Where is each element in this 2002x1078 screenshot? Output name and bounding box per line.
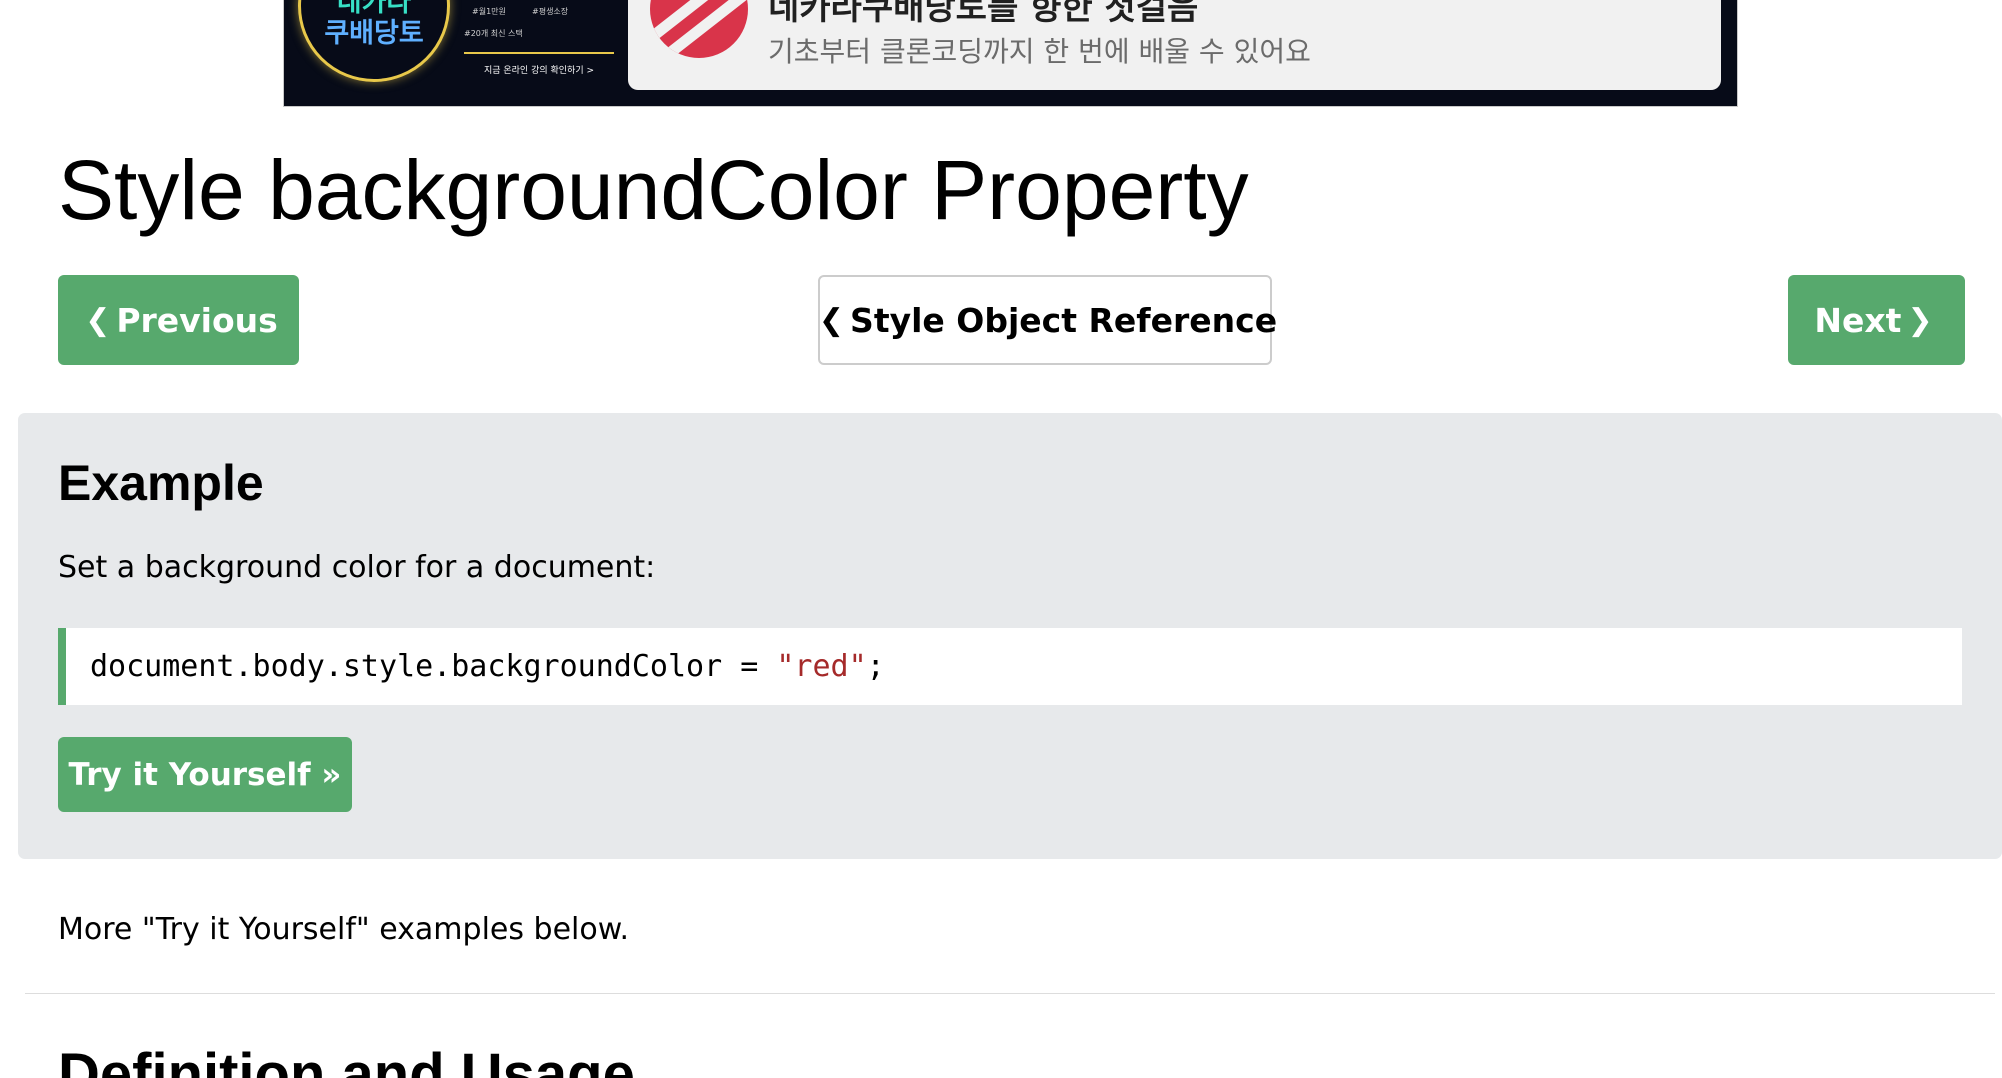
ad-headline: 네카라쿠배당토를 향한 첫걸음	[768, 0, 1199, 28]
ad-divider	[464, 52, 614, 54]
ad-small-cta[interactable]: 지금 온라인 강의 확인하기 >	[464, 63, 614, 76]
divider	[25, 993, 1995, 994]
example-description: Set a background color for a document:	[58, 550, 656, 585]
example-heading: Example	[58, 455, 264, 511]
code-string: "red"	[776, 649, 867, 684]
ad-tag: #월1만원	[472, 7, 506, 16]
ad-badge-line1: 네카라	[336, 0, 412, 18]
chevron-left-icon: ❮	[818, 302, 845, 338]
ad-tag: #평생소장	[532, 7, 569, 16]
ad-subline: 기초부터 클론코딩까지 한 번에 배울 수 있어요	[768, 35, 1311, 68]
chevron-left-icon: ❮	[85, 302, 111, 338]
reference-label: Style Object Reference	[850, 300, 1278, 340]
ad-neon-badge: 네카라 쿠배당토	[298, 0, 450, 82]
ad-promo-column: #월1만원 #평생소장 #20개 최신 스택 지금 온라인 강의 확인하기 >	[464, 0, 614, 106]
code-text: document.body.style.backgroundColor =	[90, 649, 777, 684]
example-panel: Example Set a background color for a doc…	[18, 413, 2002, 859]
ad-logo-icon	[650, 0, 748, 58]
code-suffix: ;	[866, 649, 885, 684]
style-object-reference-button[interactable]: ❮ Style Object Reference	[818, 275, 1277, 365]
ad-card[interactable]: 네카라쿠배당토를 향한 첫걸음 기초부터 클론코딩까지 한 번에 배울 수 있어…	[628, 0, 1721, 90]
chevron-right-icon: ❯	[1907, 302, 1933, 338]
try-it-yourself-button[interactable]: Try it Yourself »	[58, 737, 352, 812]
next-button[interactable]: Next ❯	[1788, 275, 1965, 365]
section-heading: Definition and Usage	[58, 1042, 635, 1078]
ad-banner[interactable]: 네카라 쿠배당토 #월1만원 #평생소장 #20개 최신 스택 지금 온라인 강…	[283, 0, 1738, 107]
next-label: Next	[1814, 300, 1902, 340]
code-snippet: document.body.style.backgroundColor = "r…	[58, 628, 1962, 705]
more-examples-text: More "Try it Yourself" examples below.	[58, 912, 630, 947]
ad-tag: #20개 최신 스택	[464, 29, 523, 38]
previous-button[interactable]: ❮ Previous	[58, 275, 299, 365]
page-title: Style backgroundColor Property	[58, 143, 1249, 237]
ad-badge-line2: 쿠배당토	[324, 18, 424, 49]
previous-label: Previous	[116, 300, 278, 340]
